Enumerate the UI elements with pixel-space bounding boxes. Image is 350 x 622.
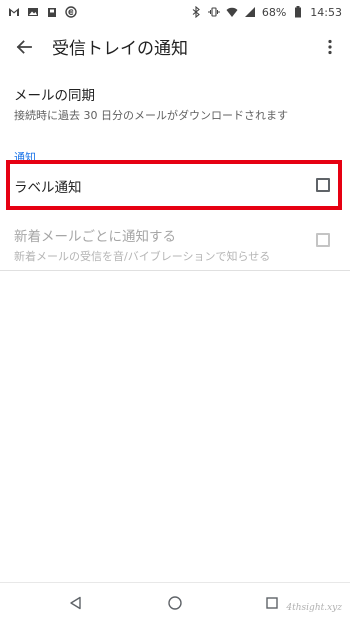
sync-title: メールの同期	[14, 88, 95, 104]
divider	[0, 270, 350, 271]
label-notification-checkbox[interactable]	[316, 178, 330, 192]
nav-back-button[interactable]	[66, 593, 86, 613]
page-title: 受信トレイの通知	[52, 39, 188, 59]
watermark: 4thsight.xyz	[286, 603, 342, 613]
overflow-menu-button[interactable]	[318, 33, 342, 61]
bluetooth-icon	[192, 6, 200, 18]
nav-recents-button[interactable]	[262, 593, 282, 613]
wifi-icon	[226, 7, 238, 17]
sync-summary: 接続時に過去 30 日分のメールがダウンロードされます	[14, 109, 288, 122]
sync-preference[interactable]: メールの同期 接続時に過去 30 日分のメールがダウンロードされます	[14, 84, 288, 123]
battery-icon	[295, 6, 302, 18]
recents-square-icon	[266, 597, 278, 609]
new-mail-title: 新着メールごとに通知する	[14, 229, 176, 245]
status-right-icons: 68% 14:53	[190, 6, 342, 19]
arrow-back-icon	[16, 40, 32, 54]
gmail-icon	[9, 8, 19, 16]
vibrate-icon	[208, 7, 220, 17]
back-triangle-icon	[70, 596, 81, 610]
more-vert-icon	[328, 39, 332, 55]
navigation-bar: 4thsight.xyz	[0, 582, 350, 622]
home-circle-icon	[168, 596, 182, 610]
label-notification-preference[interactable]: ラベル通知	[14, 176, 82, 196]
status-time: 14:53	[310, 5, 342, 19]
new-mail-notification-preference[interactable]: 新着メールごとに通知する 新着メールの受信を音/バイブレーションで知らせる	[14, 225, 270, 264]
e-icon	[65, 6, 77, 18]
image-icon	[28, 8, 38, 16]
status-bar: 68% 14:53	[0, 0, 350, 24]
new-mail-summary: 新着メールの受信を音/バイブレーションで知らせる	[14, 250, 271, 263]
app-bar: 受信トレイの通知	[0, 24, 350, 68]
back-button[interactable]	[10, 33, 38, 61]
signal-icon	[244, 7, 255, 17]
label-notification-title: ラベル通知	[14, 180, 82, 196]
new-mail-checkbox[interactable]	[316, 233, 330, 247]
android-icon	[48, 8, 56, 17]
nav-home-button[interactable]	[165, 593, 185, 613]
battery-percent: 68%	[261, 5, 287, 19]
status-left-icons	[8, 6, 77, 18]
